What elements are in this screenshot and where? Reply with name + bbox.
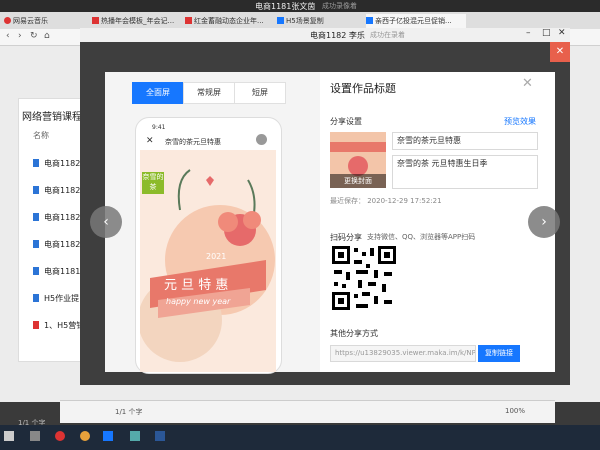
tab-3[interactable]: H5场景复制	[277, 14, 357, 28]
share-settings-label: 分享设置	[330, 117, 362, 126]
file-item[interactable]: 1、H5营销	[33, 320, 84, 331]
home-icon[interactable]: ⌂	[44, 31, 50, 41]
forward-icon[interactable]: ›	[18, 31, 22, 41]
tab-1[interactable]: 热播年会模板_年会记...	[92, 14, 180, 28]
last-saved: 最近保存： 2020-12-29 17:52:21	[330, 197, 442, 205]
tab-0[interactable]: 网易云音乐	[4, 14, 66, 28]
tab-label: 网易云音乐	[13, 17, 48, 25]
share-url-field[interactable]: https://u13829035.viewer.maka.im/k/NP1C	[330, 345, 476, 362]
doc-icon	[33, 213, 39, 221]
file-item[interactable]: 电商1182	[33, 185, 80, 196]
meeting-title-bar: 电商1181张文茵 成功录像着	[0, 0, 600, 12]
panel-title: 网络营销课程	[22, 112, 82, 123]
phone-title: 奈雪的茶元旦特惠	[165, 138, 221, 146]
poster-subtitle: happy new year	[166, 297, 231, 306]
copy-link-button[interactable]: 复制链接	[478, 345, 520, 362]
minimize-icon[interactable]: –	[526, 28, 531, 38]
chrome-icon[interactable]	[80, 431, 90, 441]
maximize-icon[interactable]: □	[542, 28, 551, 38]
page-info: 1/1 个字	[115, 408, 143, 416]
settings-title: 设置作品标题	[330, 82, 396, 95]
close-icon[interactable]: ✕	[558, 28, 566, 38]
file-item[interactable]: 电商1182	[33, 239, 80, 250]
share-window-title: 电商1182 李乐	[310, 31, 365, 40]
meeting-app-icon[interactable]	[103, 431, 113, 441]
meeting-status: 成功录像着	[322, 2, 357, 10]
music-toggle-icon	[256, 134, 267, 145]
document-status-bar: 1/1 个字 100%	[60, 400, 555, 423]
zoom-level[interactable]: 100%	[505, 407, 525, 415]
tab-2[interactable]: 红金蓄融动态企业年...	[185, 14, 273, 28]
tab-fullscreen[interactable]: 全面屏	[132, 82, 184, 104]
doc-icon	[33, 240, 39, 248]
site-icon	[277, 17, 284, 24]
close-window-button[interactable]: ✕	[550, 42, 570, 62]
site-icon	[92, 17, 99, 24]
site-icon	[185, 17, 192, 24]
tab-label: H5场景复制	[286, 17, 324, 25]
column-header: 名称	[33, 131, 49, 140]
app-icon[interactable]	[130, 431, 140, 441]
prev-arrow-icon[interactable]: ‹	[90, 206, 122, 238]
meeting-title: 电商1181张文茵	[255, 2, 316, 11]
qr-share-desc: 支持微信、QQ、浏览器等APP扫码	[367, 233, 476, 241]
reload-icon[interactable]: ↻	[30, 31, 38, 41]
file-item[interactable]: 电商1182	[33, 212, 80, 223]
file-item[interactable]: 电商1182	[33, 158, 80, 169]
phone-close-icon: ✕	[146, 136, 154, 146]
share-window-titlebar: 电商1182 李乐 成功在录着 – □ ✕	[80, 28, 570, 42]
music-icon	[4, 17, 11, 24]
start-icon[interactable]	[4, 431, 14, 441]
cover-thumbnail: 更换封面	[330, 132, 386, 188]
share-window-status: 成功在录着	[370, 31, 405, 39]
taskbar	[0, 425, 600, 450]
poster-year: 2021	[206, 252, 227, 261]
poster-headline: 元 旦 特 惠	[164, 278, 229, 293]
tab-short[interactable]: 短屏	[234, 82, 286, 104]
tab-label: 红金蓄融动态企业年...	[194, 17, 264, 25]
app-icon[interactable]	[30, 431, 40, 441]
file-item[interactable]: H5作业提	[33, 293, 79, 304]
doc-icon	[33, 267, 39, 275]
tab-4[interactable]: 亲西子亿投混元旦促销...	[366, 14, 466, 28]
phone-time: 9:41	[152, 124, 166, 131]
qr-share-label: 扫码分享	[330, 233, 362, 242]
pdf-icon	[33, 321, 39, 329]
title-input[interactable]: 奈雪的茶元旦特惠	[392, 132, 538, 150]
tab-label: 热播年会模板_年会记...	[101, 17, 175, 25]
qr-code-graphic	[330, 244, 398, 312]
word-icon[interactable]	[155, 431, 165, 441]
doc-icon	[33, 294, 39, 302]
doc-icon	[33, 186, 39, 194]
back-icon[interactable]: ‹	[6, 31, 10, 41]
tab-label: 亲西子亿投混元旦促销...	[375, 17, 452, 25]
file-item[interactable]: 电商1181	[33, 266, 80, 277]
tab-regular[interactable]: 常规屏	[183, 82, 235, 104]
record-icon[interactable]	[55, 431, 65, 441]
qr-code	[330, 244, 398, 312]
doc-icon	[33, 159, 39, 167]
preview-link[interactable]: 预览效果	[504, 116, 536, 127]
next-arrow-icon[interactable]: ›	[528, 206, 560, 238]
change-cover-button[interactable]: 更换封面	[330, 174, 386, 188]
site-icon	[366, 17, 373, 24]
poster-brand: 奈雪的茶	[142, 172, 164, 194]
other-share-label: 其他分享方式	[330, 329, 378, 338]
description-input[interactable]: 奈雪的茶 元旦特惠生日季	[392, 155, 538, 189]
modal-close-icon[interactable]: ✕	[522, 76, 533, 91]
